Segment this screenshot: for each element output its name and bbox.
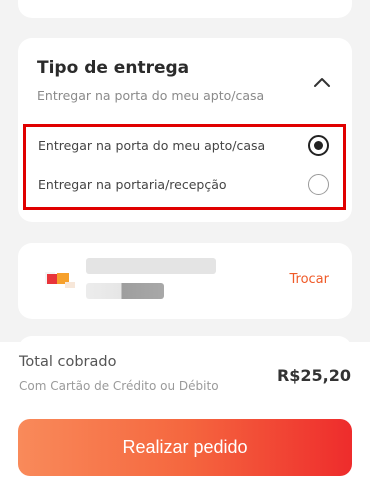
order-footer: Total cobrado Com Cartão de Crédito ou D… bbox=[0, 342, 370, 493]
total-value: R$25,20 bbox=[276, 366, 351, 385]
chevron-up-icon[interactable] bbox=[310, 70, 334, 94]
delivery-type-subtitle: Entregar na porta do meu apto/casa bbox=[37, 88, 265, 103]
change-payment-link[interactable]: Trocar bbox=[289, 272, 329, 287]
delivery-options-highlight: Entregar na porta do meu apto/casa Entre… bbox=[23, 124, 346, 210]
total-label: Total cobrado bbox=[19, 354, 117, 370]
masked-card-name bbox=[86, 258, 216, 274]
previous-card bbox=[18, 0, 352, 18]
credit-card-brand-icon bbox=[45, 270, 75, 288]
delivery-option-label: Entregar na porta do meu apto/casa bbox=[38, 137, 266, 153]
delivery-option-reception[interactable]: Entregar na portaria/recepção bbox=[38, 172, 329, 196]
place-order-button[interactable]: Realizar pedido bbox=[18, 419, 352, 476]
radio-checked-icon[interactable] bbox=[308, 134, 329, 156]
payment-method-text: Com Cartão de Crédito ou Débito bbox=[19, 379, 219, 393]
delivery-type-title: Tipo de entrega bbox=[37, 58, 190, 78]
payment-method-card: Trocar bbox=[18, 243, 352, 319]
radio-unchecked-icon[interactable] bbox=[308, 173, 329, 195]
delivery-option-label: Entregar na portaria/recepção bbox=[38, 176, 227, 192]
delivery-option-door[interactable]: Entregar na porta do meu apto/casa bbox=[38, 133, 329, 157]
masked-card-number bbox=[86, 283, 164, 299]
